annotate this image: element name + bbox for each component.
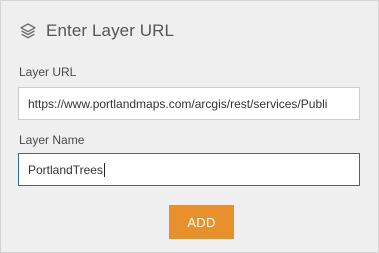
panel-header: Enter Layer URL: [19, 19, 174, 43]
panel-title: Enter Layer URL: [46, 21, 175, 40]
layer-name-value: PortlandTrees: [28, 162, 103, 177]
layer-url-label: Layer URL: [19, 65, 77, 79]
layer-url-input[interactable]: https://www.portlandmaps.com/arcgis/rest…: [18, 87, 360, 120]
enter-layer-url-panel: Enter Layer URL Layer URL https://www.po…: [0, 0, 379, 253]
text-cursor: [103, 162, 105, 177]
add-button[interactable]: ADD: [169, 205, 234, 239]
layer-name-label: Layer Name: [19, 133, 85, 147]
layers-icon: [19, 22, 37, 40]
layer-name-input[interactable]: PortlandTrees: [18, 153, 360, 186]
layer-url-value: https://www.portlandmaps.com/arcgis/rest…: [28, 96, 328, 111]
